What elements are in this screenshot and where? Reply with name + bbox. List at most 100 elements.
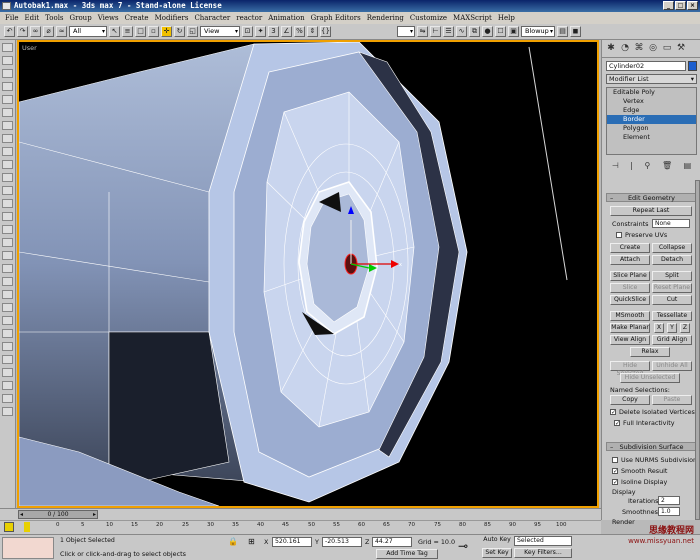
menu-maxscript[interactable]: MAXScript — [450, 14, 495, 22]
reference-coordinate-dropdown[interactable]: View — [200, 26, 240, 37]
menu-character[interactable]: Character — [191, 14, 233, 22]
menu-create[interactable]: Create — [122, 14, 152, 22]
tool-icon[interactable] — [2, 225, 13, 234]
time-slider[interactable]: 0 / 100 — [18, 510, 98, 519]
render-last-icon[interactable]: ▤ — [557, 26, 568, 37]
relax-button[interactable]: Relax — [630, 347, 670, 357]
smooth-result-checkbox[interactable]: ✓ — [612, 468, 618, 475]
remove-modifier-icon[interactable]: 🗑 — [662, 159, 672, 173]
slice-button[interactable]: Slice — [610, 283, 650, 293]
tool-icon[interactable] — [2, 342, 13, 351]
make-unique-icon[interactable]: ⚲ — [645, 159, 651, 173]
render-type-dropdown[interactable]: Blowup — [521, 26, 555, 37]
menu-edit[interactable]: Edit — [21, 14, 42, 22]
tessellate-button[interactable]: Tessellate — [652, 311, 692, 321]
mirror-icon[interactable]: ⇋ — [417, 26, 428, 37]
redo-icon[interactable]: ↷ — [17, 26, 28, 37]
active-shade-icon[interactable]: ◼ — [570, 26, 581, 37]
tool-icon[interactable] — [2, 95, 13, 104]
layer-manager-icon[interactable]: ☰ — [443, 26, 454, 37]
undo-icon[interactable]: ↶ — [4, 26, 15, 37]
quickslice-button[interactable]: QuickSlice — [610, 295, 650, 305]
make-planar-button[interactable]: Make Planar — [610, 323, 650, 333]
tool-icon[interactable] — [2, 290, 13, 299]
motion-tab-icon[interactable]: ◎ — [647, 43, 659, 54]
z-coordinate-field[interactable]: 44.27 — [372, 537, 412, 547]
modify-tab-icon[interactable]: ◔ — [619, 43, 631, 54]
menu-graph-editors[interactable]: Graph Editors — [308, 14, 364, 22]
delete-isolated-checkbox[interactable]: ✓ — [610, 409, 616, 416]
planar-z-button[interactable]: Z — [680, 323, 690, 333]
tool-icon[interactable] — [2, 69, 13, 78]
paste-button[interactable]: Paste — [652, 395, 692, 405]
angle-snap-icon[interactable]: ∠ — [281, 26, 292, 37]
menu-reactor[interactable]: reactor — [233, 14, 265, 22]
window-crossing-icon[interactable]: ▫ — [148, 26, 159, 37]
stack-item-border[interactable]: Border — [607, 115, 696, 124]
create-tab-icon[interactable]: ✱ — [605, 43, 617, 54]
detach-button[interactable]: Detach — [652, 255, 692, 265]
stack-item-vertex[interactable]: Vertex — [607, 97, 696, 106]
selection-filter-dropdown[interactable]: All — [69, 26, 107, 37]
app-icon[interactable] — [2, 2, 11, 10]
iterations-spinner[interactable]: 2 — [658, 496, 680, 505]
tool-icon[interactable] — [2, 264, 13, 273]
tool-icon[interactable] — [2, 212, 13, 221]
tool-icon[interactable] — [2, 186, 13, 195]
menu-animation[interactable]: Animation — [265, 14, 307, 22]
stack-item-element[interactable]: Element — [607, 133, 696, 142]
menu-help[interactable]: Help — [495, 14, 518, 22]
select-rotate-icon[interactable]: ↻ — [174, 26, 185, 37]
key-filters-button[interactable]: Key Filters... — [514, 548, 572, 558]
pivot-center-icon[interactable]: ⊡ — [242, 26, 253, 37]
tool-icon[interactable] — [2, 316, 13, 325]
unhide-all-button[interactable]: Unhide All — [652, 361, 692, 371]
collapse-button[interactable]: Collapse — [652, 243, 692, 253]
create-button[interactable]: Create — [610, 243, 650, 253]
stack-item-editable-poly[interactable]: Editable Poly — [607, 88, 696, 97]
menu-tools[interactable]: Tools — [42, 14, 66, 22]
modifier-list-dropdown[interactable]: Modifier List — [606, 74, 697, 84]
grid-align-button[interactable]: Grid Align — [652, 335, 692, 345]
tool-icon[interactable] — [2, 82, 13, 91]
tool-icon[interactable] — [2, 238, 13, 247]
add-time-tag-button[interactable]: Add Time Tag — [376, 549, 438, 559]
set-key-button[interactable]: Set Key — [482, 548, 512, 558]
planar-x-button[interactable]: X — [654, 323, 664, 333]
smoothness-spinner[interactable]: 1.0 — [658, 507, 680, 516]
menu-views[interactable]: Views — [95, 14, 122, 22]
hierarchy-tab-icon[interactable]: ⌘ — [633, 43, 645, 54]
configure-modifier-sets-icon[interactable]: ▤ — [684, 159, 692, 173]
curve-editor-icon[interactable]: ∿ — [456, 26, 467, 37]
repeat-last-button[interactable]: Repeat Last — [610, 206, 692, 216]
hide-unselected-button[interactable]: Hide Unselected — [620, 373, 680, 383]
tool-icon[interactable] — [2, 199, 13, 208]
close-button[interactable]: × — [687, 1, 698, 10]
isoline-display-checkbox[interactable]: ✓ — [612, 479, 618, 486]
cylinder-mesh[interactable]: x — [19, 42, 597, 506]
tool-icon[interactable] — [2, 329, 13, 338]
copy-button[interactable]: Copy — [610, 395, 650, 405]
tool-icon[interactable] — [2, 56, 13, 65]
key-icon[interactable] — [4, 522, 14, 532]
pin-stack-icon[interactable]: ⊣ — [612, 159, 619, 173]
menu-group[interactable]: Group — [67, 14, 95, 22]
edit-geometry-header[interactable]: Edit Geometry — [606, 193, 697, 202]
menu-rendering[interactable]: Rendering — [364, 14, 407, 22]
select-move-icon[interactable]: ✛ — [161, 26, 172, 37]
bind-space-warp-icon[interactable]: ≈ — [56, 26, 67, 37]
cut-button[interactable]: Cut — [652, 295, 692, 305]
tool-icon[interactable] — [2, 394, 13, 403]
minimize-button[interactable]: _ — [663, 1, 674, 10]
tool-icon[interactable] — [2, 134, 13, 143]
constraints-dropdown[interactable]: None — [652, 219, 690, 228]
tool-icon[interactable] — [2, 277, 13, 286]
attach-button[interactable]: Attach — [610, 255, 650, 265]
tool-icon[interactable] — [2, 121, 13, 130]
split-button[interactable]: Split — [652, 271, 692, 281]
maxscript-listener[interactable] — [2, 537, 54, 559]
link-icon[interactable]: ∞ — [30, 26, 41, 37]
tool-icon[interactable] — [2, 173, 13, 182]
utilities-tab-icon[interactable]: ⚒ — [675, 43, 687, 54]
object-color-swatch[interactable] — [688, 61, 697, 71]
